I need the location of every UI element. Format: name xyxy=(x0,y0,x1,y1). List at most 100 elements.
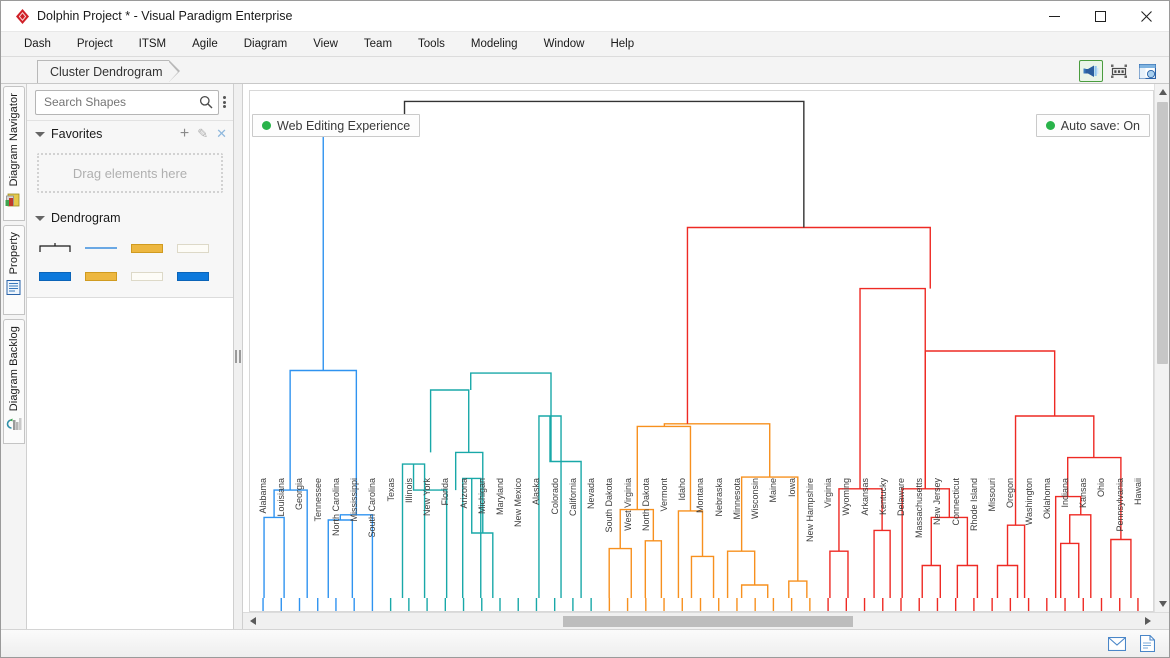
scroll-left-arrow-icon[interactable] xyxy=(245,613,260,629)
dendrogram-leaf-label: Delaware xyxy=(895,478,906,517)
canvas-vertical-scrollbar[interactable] xyxy=(1154,84,1169,612)
sidebar-item-property[interactable]: Property xyxy=(2,225,25,315)
scroll-up-arrow-icon[interactable] xyxy=(1155,84,1169,100)
menu-item-agile[interactable]: Agile xyxy=(179,35,231,53)
dendrogram-leaf-label: North Carolina xyxy=(330,478,341,537)
dendrogram-link xyxy=(1111,540,1131,599)
splitter-grip-icon xyxy=(235,350,241,363)
megaphone-icon[interactable] xyxy=(1079,60,1103,82)
minimize-button[interactable] xyxy=(1031,1,1077,32)
favorites-section-header[interactable]: Favorites + ✎ ✕ xyxy=(27,121,233,147)
edit-pencil-icon[interactable]: ✎ xyxy=(197,127,208,140)
panel-splitter[interactable] xyxy=(234,84,243,629)
menu-item-tools[interactable]: Tools xyxy=(405,35,458,53)
chevron-down-icon-2[interactable] xyxy=(35,215,45,221)
scroll-down-arrow-icon[interactable] xyxy=(1155,596,1169,612)
dendrogram-leaf-label: Connecticut xyxy=(950,478,961,526)
orange-filled-bar-shape[interactable] xyxy=(131,241,163,255)
close-button[interactable] xyxy=(1123,1,1169,32)
dendrogram-leaf-label: Washington xyxy=(1023,478,1034,526)
search-icon[interactable] xyxy=(199,95,213,109)
add-icon[interactable]: + xyxy=(180,126,189,142)
left-rail: Diagram Navigator Property Diagram Backl… xyxy=(1,84,27,629)
dendrogram-section-header[interactable]: Dendrogram xyxy=(27,205,233,231)
shape-palette xyxy=(27,231,233,298)
dendrogram-link xyxy=(264,517,284,598)
sidebar-item-diagram-navigator[interactable]: Diagram Navigator xyxy=(2,86,25,221)
menu-item-itsm[interactable]: ITSM xyxy=(126,35,179,53)
thin-blue-line-shape[interactable] xyxy=(85,241,117,255)
dendrogram-leaf-label: Nebraska xyxy=(713,478,724,517)
dendrogram-link xyxy=(1068,458,1121,540)
menu-item-view[interactable]: View xyxy=(300,35,351,53)
dendrogram-leaf-label: Montana xyxy=(695,478,706,514)
menu-item-dash[interactable]: Dash xyxy=(11,35,64,53)
dendrogram-link xyxy=(830,551,848,598)
dendrogram-leaf-label: West Virginia xyxy=(622,478,633,532)
web-editing-badge-label: Web Editing Experience xyxy=(277,118,411,133)
dendrogram-link xyxy=(925,351,1054,489)
diagram-canvas[interactable]: Alabama Louisiana Georgia Tennessee North Ca… xyxy=(243,84,1169,612)
dendrogram-leaf-label: Nevada xyxy=(586,478,597,510)
bracket-shape[interactable] xyxy=(39,241,71,255)
dendrogram-link xyxy=(902,489,949,598)
application-window: Dolphin Project * - Visual Paradigm Ente… xyxy=(0,0,1170,658)
dendrogram-link xyxy=(1070,515,1091,598)
panel-layout-icon[interactable] xyxy=(1135,60,1159,82)
dendrogram-leaf-label: Maine xyxy=(768,478,779,503)
sidebar-item-diagram-backlog[interactable]: Diagram Backlog xyxy=(2,319,25,444)
dendrogram-leaf-label: Idaho xyxy=(677,478,688,501)
vertical-scroll-thumb[interactable] xyxy=(1157,102,1168,364)
orange-filled-bar-2-shape[interactable] xyxy=(85,269,117,283)
blue-filled-bar-2-shape[interactable] xyxy=(177,269,209,283)
dendrogram-link xyxy=(1008,525,1025,598)
diagram-navigator-icon xyxy=(5,191,22,208)
tab-cluster-dendrogram[interactable]: Cluster Dendrogram xyxy=(37,60,180,83)
menu-item-help[interactable]: Help xyxy=(597,35,647,53)
dendrogram-leaf-label: Maryland xyxy=(494,478,505,516)
search-input[interactable] xyxy=(44,95,199,109)
horizontal-scroll-thumb[interactable] xyxy=(563,616,853,627)
favorites-dropzone[interactable]: Drag elements here xyxy=(37,153,223,193)
dendrogram-leaf-label: Kansas xyxy=(1078,478,1089,509)
blue-filled-bar-shape[interactable] xyxy=(39,269,71,283)
diagram-surface[interactable]: Alabama Louisiana Georgia Tennessee North Ca… xyxy=(249,90,1154,612)
canvas-horizontal-scrollbar[interactable] xyxy=(243,612,1169,629)
menu-item-diagram[interactable]: Diagram xyxy=(231,35,300,53)
menu-bar: Dash Project ITSM Agile Diagram View Tea… xyxy=(1,32,1169,57)
note-icon[interactable] xyxy=(1140,635,1155,652)
dendrogram-leaf-label: South Carolina xyxy=(367,478,378,538)
menu-item-team[interactable]: Team xyxy=(351,35,405,53)
dendrogram-leaf-label: North Dakota xyxy=(640,478,651,532)
dendrogram-link xyxy=(687,228,930,424)
scroll-right-arrow-icon[interactable] xyxy=(1140,613,1155,629)
dendrogram-leaf-label: Louisiana xyxy=(276,478,287,517)
dendrogram-leaf-label: Hawaii xyxy=(1132,478,1143,506)
search-box[interactable] xyxy=(35,89,219,115)
menu-item-project[interactable]: Project xyxy=(64,35,126,53)
dendrogram-leaf-label: Colorado xyxy=(549,478,560,515)
window-controls xyxy=(1031,1,1169,32)
filmstrip-icon[interactable] xyxy=(1107,60,1131,82)
dendrogram-leaf-label: Indiana xyxy=(1060,478,1071,508)
cream-outline-bar-2-shape[interactable] xyxy=(131,269,163,283)
autosave-badge-label: Auto save: On xyxy=(1060,118,1140,133)
status-dot-green xyxy=(262,121,271,130)
document-tab-label: Cluster Dendrogram xyxy=(50,65,163,79)
web-editing-badge[interactable]: Web Editing Experience xyxy=(252,114,421,137)
menu-item-modeling[interactable]: Modeling xyxy=(458,35,531,53)
dendrogram-leaf-label: Missouri xyxy=(987,478,998,512)
panel-empty-area xyxy=(27,298,233,629)
cream-outline-bar-shape[interactable] xyxy=(177,241,209,255)
maximize-button[interactable] xyxy=(1077,1,1123,32)
title-bar: Dolphin Project * - Visual Paradigm Ente… xyxy=(1,1,1169,32)
mail-icon[interactable] xyxy=(1108,636,1126,651)
menu-item-window[interactable]: Window xyxy=(531,35,598,53)
chevron-down-icon[interactable] xyxy=(35,131,45,137)
close-icon[interactable]: ✕ xyxy=(216,127,227,140)
dendrogram-link xyxy=(1056,497,1081,598)
dendrogram-leaf-label: Wyoming xyxy=(841,478,852,516)
dendrogram-leaf-label: Oregon xyxy=(1005,478,1016,509)
kebab-menu-icon[interactable] xyxy=(219,95,230,110)
autosave-badge[interactable]: Auto save: On xyxy=(1035,114,1150,137)
